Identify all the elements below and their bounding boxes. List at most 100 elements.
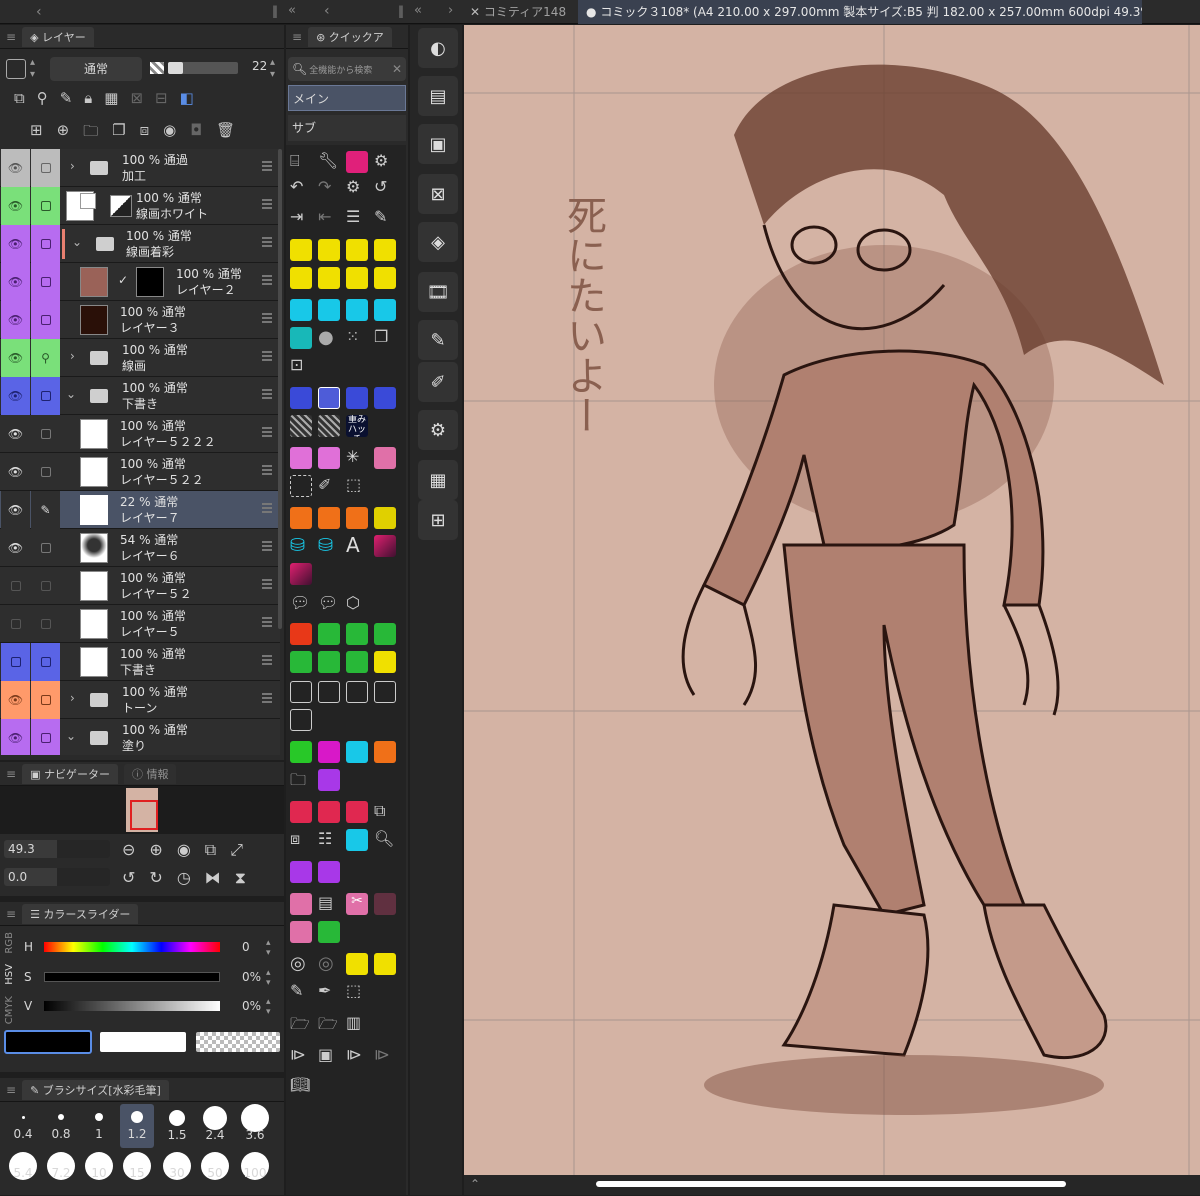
search-layer-icon[interactable]: 🔍︎ <box>374 829 396 851</box>
control-point-icon[interactable]: ⬚ <box>346 981 368 1003</box>
tab-quick-access[interactable]: ⊛ クイックア <box>308 26 392 47</box>
adjust-icon[interactable]: ⧉ <box>374 801 396 823</box>
search-field[interactable]: 🔍︎ 全機能から検索 ✕ <box>288 57 406 81</box>
orange-tool-icon[interactable] <box>318 507 340 529</box>
transform-icon[interactable] <box>374 681 396 703</box>
eraser-tool-icon[interactable] <box>374 387 396 409</box>
brush-size-preset[interactable]: 7.2 <box>44 1152 78 1196</box>
layer-lock-toggle[interactable] <box>31 415 60 453</box>
text-tool-icon[interactable]: A <box>346 533 368 557</box>
rotate-right-icon[interactable]: ↻ <box>149 868 162 888</box>
yellow-command-icon[interactable] <box>346 953 368 975</box>
gear-icon[interactable]: ⚙ <box>346 177 368 199</box>
visibility-toggle[interactable] <box>1 605 30 643</box>
dots-icon[interactable]: ⁙ <box>346 327 368 349</box>
weight-hatch-icon[interactable]: 重み ハッチ <box>346 415 368 437</box>
drag-handle-icon[interactable] <box>262 275 272 285</box>
preferences-icon[interactable]: 🔧︎ <box>318 151 340 173</box>
visibility-eye-icon[interactable]: 👁︎ <box>1 339 30 377</box>
ring-icon[interactable]: ◎ <box>290 953 312 975</box>
balloon-icon[interactable]: 💬︎ <box>290 593 312 615</box>
layer-row[interactable]: 👁︎ › 100 % 通過 加工 <box>0 149 280 187</box>
yellow-command-icon[interactable] <box>290 267 312 289</box>
animation-icon[interactable]: ⧐ <box>290 1045 312 1067</box>
stepper-icon[interactable]: ▴ ▾ <box>30 57 35 81</box>
reference-icon[interactable]: ⚲ <box>37 89 48 111</box>
merge-layer-icon[interactable]: ⧈ <box>140 121 150 143</box>
color-circle-icon[interactable]: ◐ <box>418 28 458 68</box>
collapse-panel-icon[interactable]: « <box>414 3 422 18</box>
pink-command-icon[interactable] <box>290 921 312 943</box>
mode-tab-cmyk[interactable]: CMYK <box>4 996 15 1024</box>
yellow-folder-icon[interactable] <box>374 651 396 673</box>
layer-row[interactable]: 👁︎ ⌄ 100 % 通常 下書き <box>0 377 280 415</box>
back-icon[interactable]: ‹ <box>324 3 330 19</box>
layer-row-selected[interactable]: 👁︎ ✎ 22 % 通常 レイヤー７ <box>0 491 280 529</box>
rotate-field[interactable]: 0.0 <box>4 868 110 886</box>
set-sub-tab[interactable]: サブ <box>288 115 406 141</box>
layer-lock-toggle[interactable] <box>31 301 60 339</box>
stepper-icon[interactable]: ▴ ▾ <box>270 57 275 81</box>
layer-row[interactable]: 👁︎ ⌄ 100 % 通常 塗り <box>0 719 280 755</box>
layer-lock-toggle[interactable] <box>31 643 60 681</box>
hatch-pattern-icon[interactable] <box>318 415 340 437</box>
selection-move-icon[interactable]: ⬚ <box>346 475 368 497</box>
transform-icon[interactable] <box>290 681 312 703</box>
purple-ruler-icon[interactable] <box>318 861 340 883</box>
sub-color-swatch[interactable] <box>100 1032 186 1052</box>
drag-handle-icon[interactable] <box>262 693 272 703</box>
opacity-value[interactable]: 22 <box>252 59 267 73</box>
dark-pink-icon[interactable] <box>374 893 396 915</box>
fill-tool-icon[interactable] <box>290 387 312 409</box>
h-slider[interactable] <box>44 942 220 952</box>
expand-up-icon[interactable]: ⌃ <box>470 1177 480 1191</box>
open-folder-icon[interactable]: 🗁︎ <box>290 1013 312 1035</box>
visibility-toggle[interactable] <box>1 567 30 605</box>
flip-vertical-icon[interactable]: ⧗ <box>235 868 246 888</box>
layer-scrollbar[interactable] <box>278 149 282 629</box>
page-icon[interactable]: ▥ <box>346 1013 368 1035</box>
canvas-area[interactable]: 死にたいよー <box>464 25 1200 1175</box>
red-command-icon[interactable] <box>318 801 340 823</box>
main-color-swatch[interactable] <box>4 1030 92 1054</box>
spiral-icon[interactable]: ↺ <box>374 177 396 199</box>
transform-icon[interactable] <box>318 681 340 703</box>
layer-color-box[interactable] <box>6 59 26 79</box>
lasso-icon[interactable] <box>290 447 312 469</box>
tool-property-icon[interactable]: ⚙ <box>418 410 458 450</box>
brush-size-preset[interactable]: 50 <box>198 1152 232 1196</box>
expand-arrow-icon[interactable]: › <box>70 691 75 705</box>
layer-color-icon[interactable]: ◧ <box>180 89 194 111</box>
brush-tool-icon[interactable]: ✎ <box>418 320 458 360</box>
yellow-command-icon[interactable] <box>346 239 368 261</box>
pen-icon[interactable]: ✎ <box>290 981 312 1003</box>
yellow-command-icon[interactable] <box>374 239 396 261</box>
menu-icon[interactable]: ≡ <box>6 907 16 921</box>
v-value[interactable]: 0% <box>242 999 261 1013</box>
drag-handle-icon[interactable] <box>262 541 272 551</box>
copy-layer-icon[interactable]: ❐ <box>112 121 125 143</box>
expand-icon[interactable]: › <box>448 3 453 18</box>
orange-tool-icon[interactable] <box>290 507 312 529</box>
list-icon[interactable]: ☰ <box>346 207 368 229</box>
new-canvas-icon[interactable]: ⌸ <box>290 151 312 173</box>
brush-size-preset[interactable]: 5.4 <box>6 1152 40 1196</box>
new-folder-icon[interactable]: 🗀︎ <box>290 769 312 791</box>
yellow-command-icon[interactable] <box>290 239 312 261</box>
layer-property-icon[interactable]: ⧈ <box>290 829 312 851</box>
fit-window-icon[interactable]: ⤢ <box>230 840 243 860</box>
drag-handle-icon[interactable] <box>262 655 272 665</box>
brush-size-preset[interactable]: 1 <box>82 1106 116 1150</box>
tab-brush-size[interactable]: ✎ ブラシサイズ[水彩毛筆] <box>22 1079 169 1100</box>
visibility-eye-icon[interactable]: 👁︎ <box>1 529 30 567</box>
material-icon[interactable]: ⊠ <box>418 174 458 214</box>
layer-row[interactable]: 👁︎ 100 % 通常 線画ホワイト <box>0 187 280 225</box>
animation-timeline-icon[interactable]: 🎞︎ <box>418 272 458 312</box>
blend-mode-select[interactable]: 通常 <box>50 57 142 81</box>
visibility-eye-icon[interactable]: 👁︎ <box>1 415 30 453</box>
stepper-icon[interactable]: ▴ ▾ <box>266 938 271 958</box>
s-slider[interactable] <box>44 972 220 982</box>
eyedropper-icon[interactable] <box>374 507 396 529</box>
layer-lock-toggle[interactable] <box>31 567 60 605</box>
new-folder-icon[interactable]: 🗀︎ <box>83 121 98 143</box>
